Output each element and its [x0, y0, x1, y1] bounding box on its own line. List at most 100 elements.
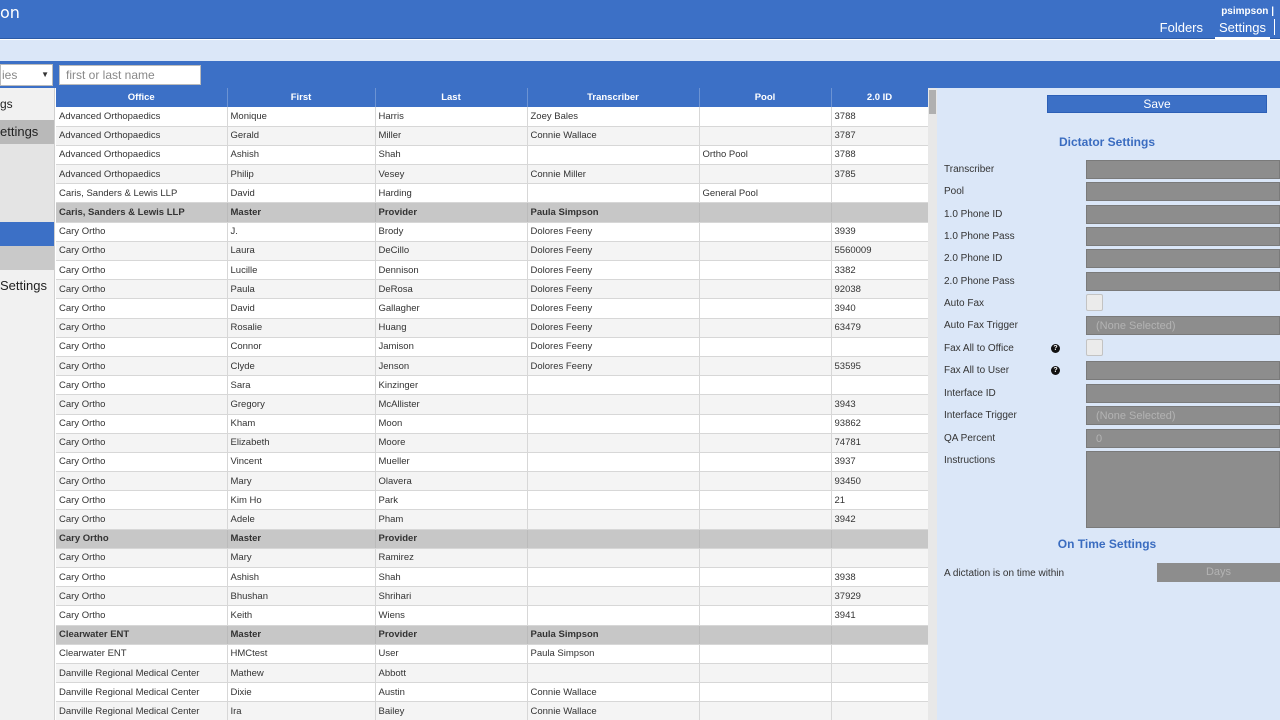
table-row[interactable]: Advanced Orthopaedics Gerald Miller Connie … [56, 126, 928, 146]
dictator-settings-title: Dictator Settings [1058, 135, 1155, 149]
cell-id: 3788 [831, 145, 928, 166]
sidebar-item-label: Settings [0, 278, 47, 293]
table-row[interactable]: Cary Ortho Rosalie Huang Dolores Feeny 63479 [56, 318, 928, 338]
cell-id: 92038 [831, 279, 928, 300]
category-select[interactable]: ies ▼ [0, 64, 53, 86]
table-row[interactable]: Cary Ortho Paula DeRosa Dolores Feeny 92038 [56, 279, 928, 300]
transcriber-select[interactable] [1086, 160, 1280, 179]
table-row[interactable]: Advanced Orthopaedics Monique Harris Zoey B… [56, 107, 928, 127]
phone1-pass-input[interactable] [1086, 227, 1280, 246]
table-row[interactable]: Cary Ortho Clyde Jenson Dolores Feeny 53595 [56, 356, 928, 377]
user-label[interactable]: psimpson | [1221, 6, 1274, 17]
sidebar-item[interactable] [0, 246, 54, 270]
cell-id: 3938 [831, 567, 928, 588]
sub-bar [0, 40, 1280, 61]
table-group-row[interactable]: Caris, Sanders & Lewis LLP Master Provider… [56, 202, 928, 223]
table-row[interactable]: Danville Regional Medical Center Mathew Ab… [56, 663, 928, 684]
nav-folders[interactable]: Folders [1156, 19, 1207, 39]
table-row[interactable]: Cary Ortho David Gallagher Dolores Feeny 394… [56, 298, 928, 319]
column-header-transcriber[interactable]: Transcriber [527, 88, 700, 107]
table-row[interactable]: Cary Ortho Gregory McAllister 3943 [56, 394, 928, 415]
auto-fax-trigger-select[interactable]: (None Selected) [1086, 316, 1280, 335]
cell-office: Cary Ortho [56, 605, 228, 626]
name-search-input[interactable] [59, 65, 201, 85]
sidebar-item-settings-a[interactable]: gs [0, 94, 54, 114]
phone1-id-input[interactable] [1086, 205, 1280, 224]
table-group-row[interactable]: Cary Ortho Master Provider [56, 529, 928, 549]
cell-first: Dixie [227, 682, 376, 703]
cell-first: Gerald [227, 126, 376, 146]
help-icon[interactable]: ? [1051, 344, 1060, 353]
qa-percent-value: 0 [1096, 433, 1103, 445]
interface-trigger-select[interactable]: (None Selected) [1086, 406, 1280, 425]
table-row[interactable]: Cary Ortho Mary Olavera 93450 [56, 471, 928, 492]
table-row[interactable]: Cary Ortho Elizabeth Moore 74781 [56, 433, 928, 453]
cell-id [831, 529, 928, 549]
qa-percent-input[interactable]: 0 [1086, 429, 1280, 448]
table-row[interactable]: Cary Ortho Laura DeCillo Dolores Feeny 55600… [56, 241, 928, 262]
table-row[interactable]: Advanced Orthopaedics Ashish Shah Ortho Poo… [56, 145, 928, 166]
column-header-last[interactable]: Last [375, 88, 528, 107]
table-row[interactable]: Caris, Sanders & Lewis LLP David Harding Ge… [56, 183, 928, 204]
table-row[interactable]: Advanced Orthopaedics Philip Vesey Connie M… [56, 164, 928, 185]
cell-pool: General Pool [699, 183, 832, 204]
cell-transcriber [527, 375, 700, 396]
cell-office: Danville Regional Medical Center [56, 663, 228, 684]
table-row[interactable]: Cary Ortho Ashish Shah 3938 [56, 567, 928, 588]
table-row[interactable]: Danville Regional Medical Center Dixie Aus… [56, 682, 928, 703]
cell-pool [699, 586, 832, 607]
sidebar-item-settings-active[interactable]: ettings [0, 120, 54, 144]
table-group-row[interactable]: Clearwater ENT Master Provider Paula Simpso… [56, 625, 928, 645]
fax-all-user-select[interactable] [1086, 361, 1280, 380]
table-row[interactable]: Cary Ortho Lucille Dennison Dolores Feeny 33… [56, 260, 928, 281]
table-row[interactable]: Clearwater ENT HMCtest User Paula Simpson [56, 644, 928, 664]
cell-office: Cary Ortho [56, 529, 228, 549]
auto-fax-label: Auto Fax [944, 298, 985, 309]
column-header-id[interactable]: 2.0 ID [831, 88, 928, 107]
cell-transcriber: Dolores Feeny [527, 222, 700, 242]
cell-pool [699, 414, 832, 434]
table-row[interactable]: Cary Ortho Adele Pham 3942 [56, 509, 928, 530]
sidebar-item-selected[interactable] [0, 222, 54, 246]
auto-fax-checkbox[interactable] [1086, 294, 1103, 311]
table-row[interactable]: Cary Ortho Vincent Mueller 3937 [56, 452, 928, 473]
table-row[interactable]: Cary Ortho Kham Moon 93862 [56, 414, 928, 434]
cell-id: 3787 [831, 126, 928, 146]
cell-id [831, 375, 928, 396]
help-icon[interactable]: ? [1051, 366, 1060, 375]
cell-last: Wiens [375, 605, 528, 626]
phone2-id-input[interactable] [1086, 249, 1280, 268]
table-row[interactable]: Cary Ortho Bhushan Shrihari 37929 [56, 586, 928, 607]
cell-first: Clyde [227, 356, 376, 377]
table-row[interactable]: Cary Ortho Mary Ramirez [56, 548, 928, 569]
column-header-pool[interactable]: Pool [699, 88, 832, 107]
fax-all-office-checkbox[interactable] [1086, 339, 1103, 356]
ontime-days-input[interactable]: Days [1157, 563, 1280, 582]
sidebar-item-settings-b[interactable]: Settings [0, 276, 54, 296]
cell-office: Cary Ortho [56, 222, 228, 242]
cell-office: Caris, Sanders & Lewis LLP [56, 183, 228, 204]
column-header-first[interactable]: First [227, 88, 376, 107]
table-row[interactable]: Danville Regional Medical Center Ira Baile… [56, 701, 928, 720]
phone2-pass-input[interactable] [1086, 272, 1280, 291]
table-row[interactable]: Cary Ortho Kim Ho Park 21 [56, 490, 928, 511]
save-button[interactable]: Save [1047, 95, 1267, 113]
table-row[interactable]: Cary Ortho Connor Jamison Dolores Feeny [56, 337, 928, 357]
cell-last: Shah [375, 145, 528, 166]
cell-id: 3942 [831, 509, 928, 530]
main-nav: Folders Settings [1148, 19, 1280, 39]
table-row[interactable]: Cary Ortho Sara Kinzinger [56, 375, 928, 396]
cell-first: Master [227, 625, 376, 645]
pool-select[interactable] [1086, 182, 1280, 201]
chevron-down-icon: ▼ [41, 70, 49, 79]
table-header-row: Office First Last Transcriber Pool 2.0 I… [56, 88, 928, 107]
grid-scrollbar[interactable] [928, 88, 937, 720]
scroll-thumb[interactable] [929, 90, 936, 114]
nav-settings[interactable]: Settings [1215, 19, 1270, 39]
column-header-office[interactable]: Office [56, 88, 228, 107]
table-row[interactable]: Cary Ortho Keith Wiens 3941 [56, 605, 928, 626]
interface-id-input[interactable] [1086, 384, 1280, 403]
table-row[interactable]: Cary Ortho J. Brody Dolores Feeny 3939 [56, 222, 928, 242]
instructions-textarea[interactable] [1086, 451, 1280, 528]
cell-first: Laura [227, 241, 376, 262]
